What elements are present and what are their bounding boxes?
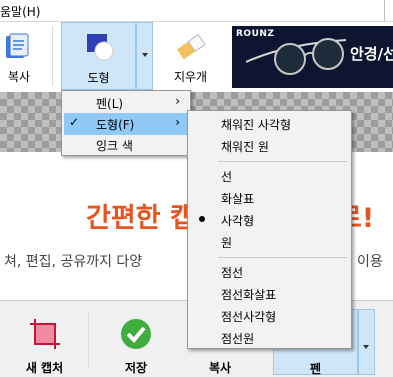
menu-separator — [218, 161, 347, 162]
menu-help[interactable]: 움말(H) — [0, 3, 40, 20]
chevron-right-icon: › — [175, 94, 180, 108]
menu-item-pen[interactable]: 펜(L) › — [64, 92, 188, 114]
shape-context-menu: 펜(L) › ✓ 도형(F) › 잉크 색 — [61, 90, 191, 156]
shape-dropdown-button[interactable] — [136, 22, 153, 90]
check-icon: ✓ — [69, 115, 80, 129]
new-capture-label: 새 캡처 — [25, 361, 64, 375]
submenu-item-dashed-rect[interactable]: 점선사각형 — [190, 305, 349, 327]
pen-dropdown-button[interactable] — [358, 309, 375, 375]
bottom-separator — [88, 311, 89, 367]
submenu-item-dashed-circle[interactable]: 점선원 — [190, 327, 349, 349]
submenu-item-dashed-arrow[interactable]: 점선화살표 — [190, 283, 349, 305]
page-headline: 간편한 캡 — [86, 203, 195, 234]
check-icon — [121, 319, 151, 349]
menu-item-shape[interactable]: ✓ 도형(F) › — [64, 113, 188, 135]
menu-item-ink-color[interactable]: 잉크 색 — [64, 134, 188, 156]
menu-separator — [218, 257, 347, 258]
page-subline-tail: 이용 — [357, 254, 383, 270]
submenu-item-circle[interactable]: 원 — [190, 231, 349, 253]
menu-bar: 움말(H) — [0, 0, 393, 22]
ad-banner[interactable]: ROUNZ 안경/선 — [232, 26, 393, 88]
new-capture-button[interactable]: 새 캡처 — [12, 309, 77, 375]
shape-label: 도형 — [87, 71, 110, 85]
copy-label: 복사 — [7, 70, 31, 84]
bottom-copy-label: 복사 — [208, 361, 232, 375]
submenu-item-arrow[interactable]: 화살표 — [190, 187, 349, 209]
save-button[interactable]: 저장 — [106, 309, 166, 375]
crop-icon — [30, 319, 60, 349]
eraser-icon — [176, 33, 206, 60]
chevron-right-icon: › — [175, 115, 180, 129]
shape-submenu: 채워진 사각형 채워진 원 선 화살표 사각형 원 점선 점선화살표 점선사각형… — [187, 110, 352, 349]
pen-label: 펜 — [309, 362, 322, 376]
copy-icon — [6, 33, 29, 58]
submenu-item-rect[interactable]: 사각형 — [190, 209, 349, 231]
ribbon-separator — [52, 26, 53, 86]
page-subline: 쳐, 편집, 공유까지 다양 — [4, 254, 143, 270]
radio-dot-icon — [199, 216, 205, 222]
menu-bar-divider — [384, 0, 385, 21]
shape-button[interactable]: 도형 — [61, 22, 136, 90]
copy-button[interactable]: 복사 — [0, 22, 38, 90]
eraser-label: 지우개 — [173, 70, 208, 84]
chevron-down-icon — [363, 345, 369, 349]
eraser-button[interactable]: 지우개 — [163, 22, 218, 90]
ad-text: 안경/선 — [350, 45, 393, 63]
submenu-item-dashed-line[interactable]: 점선 — [190, 261, 349, 283]
submenu-item-line[interactable]: 선 — [190, 165, 349, 187]
sunglasses-image — [246, 38, 347, 75]
submenu-item-filled-rect[interactable]: 채워진 사각형 — [190, 113, 349, 135]
chevron-down-icon — [142, 53, 148, 57]
shape-icon — [87, 34, 114, 61]
submenu-item-filled-circle[interactable]: 채워진 원 — [190, 135, 349, 157]
save-label: 저장 — [124, 361, 148, 375]
